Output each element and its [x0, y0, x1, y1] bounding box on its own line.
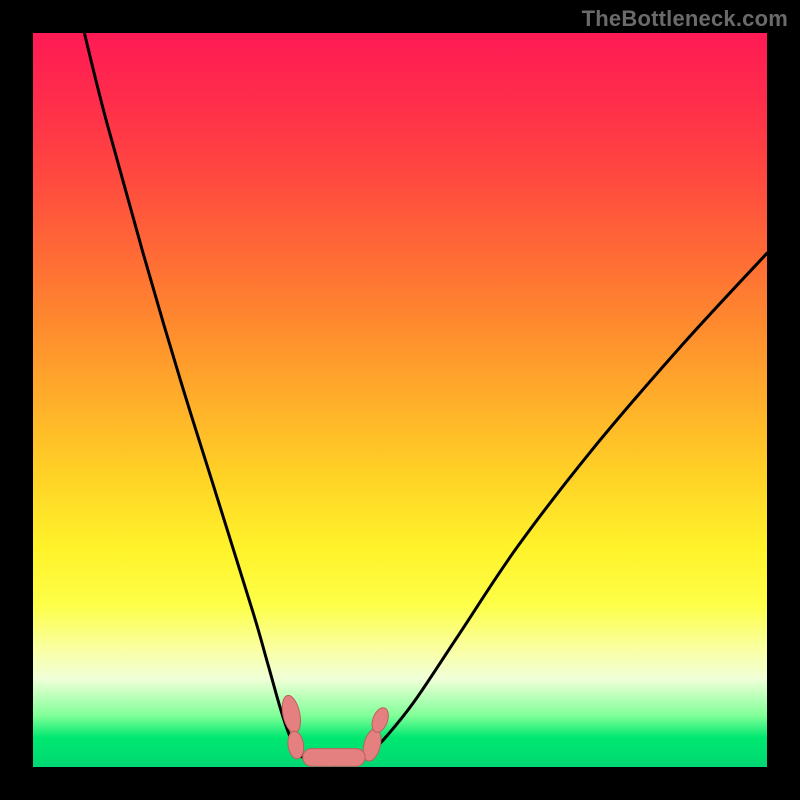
- marker-0: [279, 694, 303, 735]
- curve-markers: [279, 694, 391, 766]
- curve-path: [84, 33, 767, 765]
- watermark-label: TheBottleneck.com: [582, 6, 788, 32]
- bottleneck-curve: [84, 33, 767, 765]
- chart-frame: TheBottleneck.com: [0, 0, 800, 800]
- marker-4: [303, 749, 365, 767]
- chart-overlay: [33, 33, 767, 767]
